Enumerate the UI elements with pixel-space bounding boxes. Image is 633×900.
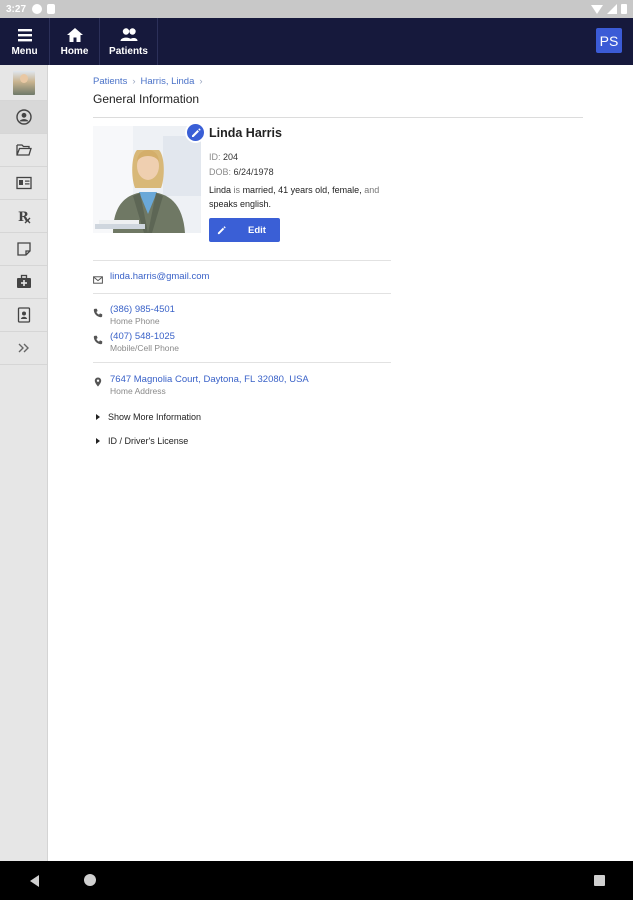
- sd-card-icon: [47, 4, 56, 14]
- menu-label: Menu: [11, 45, 38, 57]
- divider: [93, 362, 391, 363]
- patient-dob-value: 6/24/1978: [233, 167, 274, 177]
- mobile-phone-link[interactable]: (407) 548-1025: [110, 331, 175, 342]
- edit-photo-button[interactable]: [185, 122, 206, 143]
- system-navigation-bar: [0, 861, 633, 900]
- svg-text:R: R: [18, 210, 29, 224]
- rx-icon: R: [18, 210, 30, 224]
- show-more-information-label: Show More Information: [108, 412, 202, 422]
- map-marker-icon: [93, 374, 103, 387]
- sidebar-expand[interactable]: [0, 332, 47, 365]
- person-circle-icon: [15, 109, 32, 125]
- divider: [93, 293, 391, 294]
- back-icon[interactable]: [30, 875, 39, 887]
- phone-icon: [93, 332, 103, 345]
- patient-dob-label: DOB:: [209, 167, 232, 177]
- signal-icon: [607, 4, 617, 14]
- breadcrumb: Patients › Harris, Linda ›: [93, 76, 203, 87]
- patients-label: Patients: [109, 45, 148, 57]
- sidebar-item-id-card[interactable]: [0, 167, 47, 200]
- patient-thumbnail[interactable]: [0, 65, 47, 101]
- mobile-phone-label: Mobile/Cell Phone: [110, 343, 179, 353]
- page-title: General Information: [93, 92, 200, 106]
- home-circle-icon[interactable]: [84, 874, 96, 886]
- show-more-information-toggle[interactable]: Show More Information: [96, 412, 201, 422]
- notification-icon: [32, 4, 43, 14]
- phone-icon: [93, 305, 103, 318]
- medical-kit-icon: [16, 274, 31, 288]
- hamburger-icon: [17, 28, 32, 41]
- recent-apps-icon[interactable]: [594, 875, 605, 886]
- pencil-icon: [217, 225, 226, 234]
- sidebar-item-medical[interactable]: [0, 266, 47, 299]
- main-content: Patients › Harris, Linda › General Infor…: [48, 65, 633, 861]
- menu-button[interactable]: Menu: [0, 18, 50, 65]
- status-bar: 3:27: [0, 0, 633, 18]
- home-phone-link[interactable]: (386) 985-4501: [110, 304, 175, 315]
- patient-summary: Linda is married, 41 years old, female, …: [209, 185, 380, 209]
- divider: [93, 260, 391, 261]
- patient-photo: [93, 126, 201, 233]
- breadcrumb-patient[interactable]: Harris, Linda: [141, 76, 195, 87]
- divider: [93, 117, 583, 118]
- status-time: 3:27: [6, 3, 27, 15]
- caret-right-icon: [96, 438, 100, 444]
- sidebar-item-documents[interactable]: [0, 134, 47, 167]
- edit-label: Edit: [248, 224, 266, 236]
- breadcrumb-separator: ›: [132, 76, 136, 87]
- battery-icon: [621, 4, 627, 14]
- home-label: Home: [60, 45, 89, 57]
- breadcrumb-separator: ›: [199, 76, 203, 87]
- drivers-license-toggle[interactable]: ID / Driver's License: [96, 436, 188, 446]
- sidebar-item-general-info[interactable]: [0, 101, 47, 134]
- users-icon: [120, 27, 137, 41]
- home-icon: [66, 27, 83, 42]
- note-icon: [16, 242, 31, 256]
- address-link[interactable]: 7647 Magnolia Court, Daytona, FL 32080, …: [110, 374, 309, 385]
- double-chevron-right-icon: [18, 343, 29, 353]
- sidebar-item-contacts[interactable]: [0, 299, 47, 332]
- pencil-icon: [191, 127, 201, 137]
- patient-id: ID: 204: [209, 152, 238, 162]
- patient-name: Linda Harris: [209, 126, 282, 140]
- top-navigation: Menu Home Patients PS: [0, 18, 633, 65]
- breadcrumb-patients[interactable]: Patients: [93, 76, 127, 87]
- sidebar-item-notes[interactable]: [0, 233, 47, 266]
- id-card-icon: [15, 176, 32, 190]
- avatar: [12, 70, 35, 95]
- drivers-license-label: ID / Driver's License: [108, 436, 189, 446]
- email-link[interactable]: linda.harris@gmail.com: [110, 271, 209, 282]
- envelope-icon: [93, 272, 103, 284]
- patient-id-value: 204: [223, 152, 239, 162]
- address-label: Home Address: [110, 386, 166, 396]
- home-button[interactable]: Home: [50, 18, 100, 65]
- patient-photo-image: [93, 126, 201, 233]
- user-avatar-button[interactable]: PS: [596, 28, 622, 53]
- home-phone-label: Home Phone: [110, 316, 160, 326]
- patient-dob: DOB: 6/24/1978: [209, 167, 274, 177]
- patient-id-label: ID:: [209, 152, 221, 162]
- patient-sidebar: R: [0, 65, 48, 861]
- patients-button[interactable]: Patients: [100, 18, 158, 65]
- sidebar-item-prescriptions[interactable]: R: [0, 200, 47, 233]
- caret-right-icon: [96, 414, 100, 420]
- wifi-icon: [591, 4, 603, 14]
- folder-open-icon: [15, 144, 32, 156]
- edit-button[interactable]: Edit: [209, 218, 280, 242]
- contact-book-icon: [17, 307, 30, 323]
